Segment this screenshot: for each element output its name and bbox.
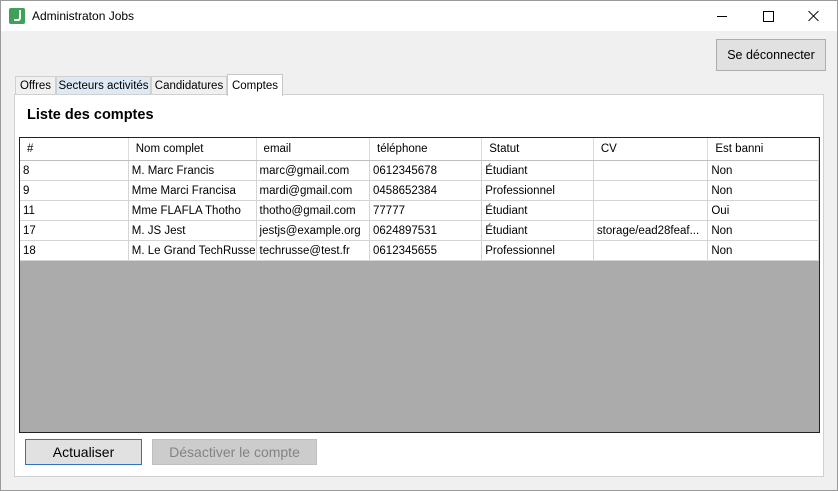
column-header-nom[interactable]: Nom complet — [128, 138, 257, 161]
tab-comptes[interactable]: Comptes — [227, 74, 283, 96]
cell-nom[interactable]: M. JS Jest — [128, 220, 257, 241]
cell-banni[interactable]: Non — [707, 180, 819, 201]
tab-candidatures[interactable]: Candidatures — [151, 76, 227, 95]
cell-telephone[interactable]: 0612345655 — [369, 240, 483, 261]
cell-banni[interactable]: Oui — [707, 200, 819, 221]
cell-email[interactable]: mardi@gmail.com — [256, 180, 371, 201]
column-header-telephone[interactable]: téléphone — [369, 138, 483, 161]
cell-cv[interactable] — [593, 240, 709, 261]
table-row[interactable]: 18 M. Le Grand TechRusse techrusse@test.… — [20, 240, 819, 261]
disable-account-button: Désactiver le compte — [152, 439, 317, 465]
cell-telephone[interactable]: 0458652384 — [369, 180, 483, 201]
cell-cv[interactable]: storage/ead28feaf... — [593, 220, 709, 241]
cell-nom[interactable]: Mme FLAFLA Thotho — [128, 200, 257, 221]
accounts-grid[interactable]: # Nom complet email téléphone Statut CV … — [19, 137, 820, 433]
cell-banni[interactable]: Non — [707, 220, 819, 241]
cell-id[interactable]: 11 — [20, 200, 129, 221]
cell-statut[interactable]: Étudiant — [481, 200, 594, 221]
title-bar: Administraton Jobs — [1, 1, 837, 31]
app-window: Administraton Jobs Se déconnecter Offres… — [0, 0, 838, 491]
column-header-id[interactable]: # — [20, 138, 129, 161]
cell-id[interactable]: 17 — [20, 220, 129, 241]
column-header-cv[interactable]: CV — [593, 138, 709, 161]
accounts-table: # Nom complet email téléphone Statut CV … — [20, 138, 819, 261]
column-header-banni[interactable]: Est banni — [707, 138, 819, 161]
table-row[interactable]: 17 M. JS Jest jestjs@example.org 0624897… — [20, 220, 819, 241]
cell-cv[interactable] — [593, 200, 709, 221]
logout-button[interactable]: Se déconnecter — [716, 39, 826, 71]
section-title: Liste des comptes — [27, 107, 154, 123]
cell-nom[interactable]: Mme Marci Francisa — [128, 180, 257, 201]
cell-email[interactable]: techrusse@test.fr — [256, 240, 371, 261]
cell-email[interactable]: marc@gmail.com — [256, 160, 371, 181]
column-header-email[interactable]: email — [256, 138, 371, 161]
cell-telephone[interactable]: 0624897531 — [369, 220, 483, 241]
column-header-statut[interactable]: Statut — [481, 138, 594, 161]
minimize-button[interactable] — [699, 1, 745, 31]
accounts-panel: Liste des comptes # Nom complet email té… — [14, 94, 824, 477]
cell-email[interactable]: thotho@gmail.com — [256, 200, 371, 221]
table-row[interactable]: 9 Mme Marci Francisa mardi@gmail.com 045… — [20, 180, 819, 201]
tab-secteurs-activites[interactable]: Secteurs activités — [56, 76, 151, 95]
window-title: Administraton Jobs — [32, 9, 135, 23]
cell-banni[interactable]: Non — [707, 160, 819, 181]
close-button[interactable] — [791, 1, 837, 31]
cell-telephone[interactable]: 0612345678 — [369, 160, 483, 181]
close-icon — [808, 10, 820, 22]
table-row[interactable]: 11 Mme FLAFLA Thotho thotho@gmail.com 77… — [20, 200, 819, 221]
cell-id[interactable]: 9 — [20, 180, 129, 201]
cell-statut[interactable]: Professionnel — [481, 240, 594, 261]
cell-banni[interactable]: Non — [707, 240, 819, 261]
cell-nom[interactable]: M. Marc Francis — [128, 160, 257, 181]
maximize-button[interactable] — [745, 1, 791, 31]
cell-id[interactable]: 8 — [20, 160, 129, 181]
tab-offres[interactable]: Offres — [15, 76, 56, 95]
minimize-icon — [717, 15, 727, 17]
cell-email[interactable]: jestjs@example.org — [256, 220, 371, 241]
cell-statut[interactable]: Professionnel — [481, 180, 594, 201]
cell-nom[interactable]: M. Le Grand TechRusse — [128, 240, 257, 261]
table-header-row: # Nom complet email téléphone Statut CV … — [20, 138, 819, 161]
cell-cv[interactable] — [593, 160, 709, 181]
cell-telephone[interactable]: 77777 — [369, 200, 483, 221]
cell-id[interactable]: 18 — [20, 240, 129, 261]
app-logo-icon — [9, 8, 25, 24]
table-row[interactable]: 8 M. Marc Francis marc@gmail.com 0612345… — [20, 160, 819, 181]
cell-cv[interactable] — [593, 180, 709, 201]
maximize-icon — [762, 10, 774, 22]
cell-statut[interactable]: Étudiant — [481, 160, 594, 181]
refresh-button[interactable]: Actualiser — [25, 439, 142, 465]
cell-statut[interactable]: Étudiant — [481, 220, 594, 241]
